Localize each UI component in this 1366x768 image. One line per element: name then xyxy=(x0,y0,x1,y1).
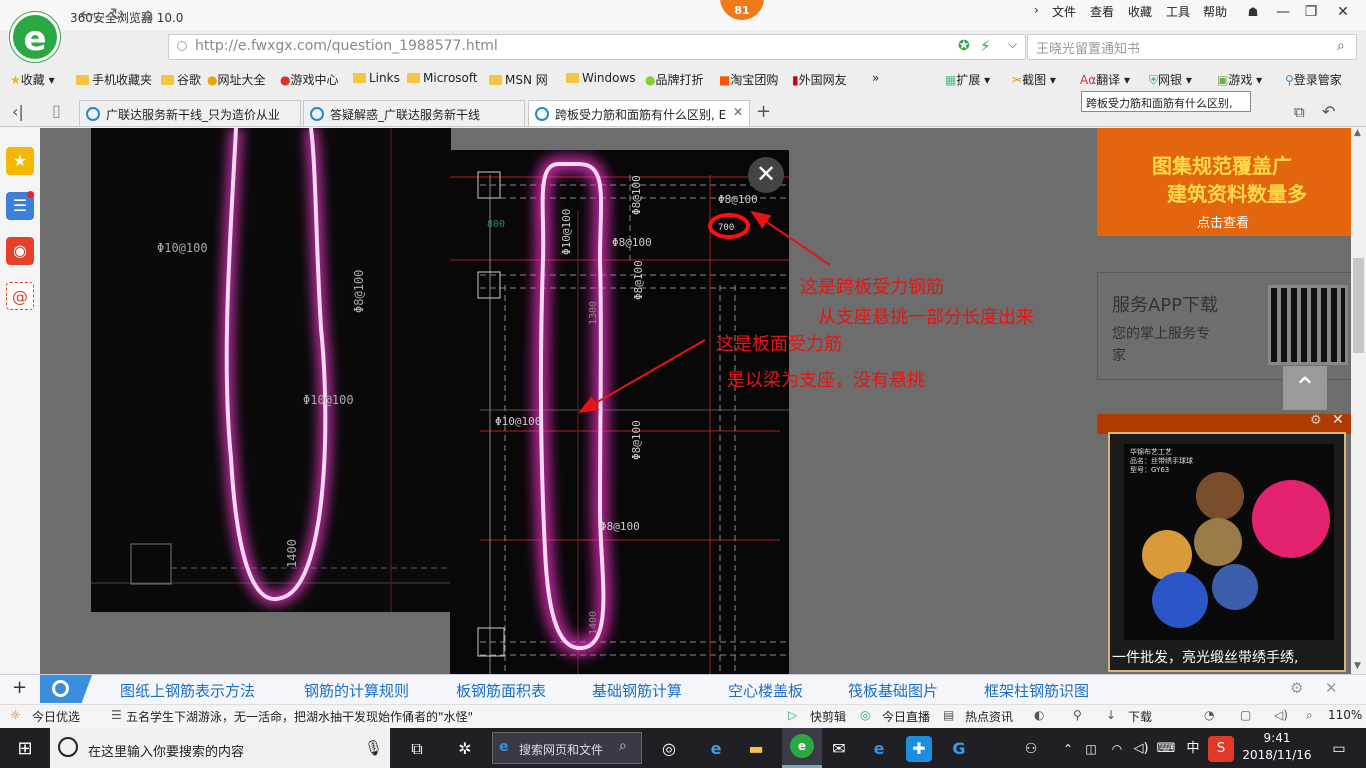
video-edit-icon: ▷ xyxy=(788,708,798,722)
speaker-icon[interactable]: ◁) xyxy=(1128,736,1154,762)
scrollbar-thumb[interactable] xyxy=(1353,258,1364,353)
annotation-top-rebar: 这是板面受力筋 xyxy=(716,334,842,355)
annotation-cross-slab: 这是跨板受力钢筋 xyxy=(800,277,944,298)
ie-taskbar-icon[interactable]: e xyxy=(703,736,729,762)
window-icon[interactable]: ▢ xyxy=(1240,708,1251,722)
news-ticker[interactable]: 五名学生下湖游泳，无一活命，把湖水抽干发现始作俑者的"水怪" xyxy=(126,708,646,725)
browser-alt-icon[interactable]: ◎ xyxy=(656,736,682,762)
taskbar-360-browser[interactable]: e xyxy=(782,728,822,768)
app-download-box[interactable]: 服务APP下载 您的掌上服务专 家 xyxy=(1097,272,1352,380)
zoom-icon[interactable]: ⌕ xyxy=(1306,708,1313,723)
windows-start-icon[interactable]: ⊞ xyxy=(12,736,38,762)
task-view-icon[interactable]: ⧉ xyxy=(404,736,430,762)
search-ring-icon xyxy=(52,680,69,697)
arrow-to-ellipse xyxy=(750,210,831,266)
edge-icon[interactable]: e xyxy=(866,736,892,762)
flower-tan xyxy=(1194,518,1242,566)
related-link[interactable]: 图纸上钢筋表示方法 xyxy=(120,680,255,701)
related-link[interactable]: 筏板基础图片 xyxy=(848,680,938,701)
ad-banner[interactable]: 图集规范覆盖广 建筑资料数量多 点击查看 xyxy=(1097,128,1352,236)
related-link[interactable]: 钢筋的计算规则 xyxy=(304,680,409,701)
annotation-beam-support: 是以梁为支座，没有悬挑 xyxy=(727,370,925,391)
video-product-label: 华锦布艺工艺 品名：丝带绣手球球 型号：GY63 xyxy=(1130,448,1193,474)
taskbar-web-search[interactable]: e 搜索网页和文件 ⌕ xyxy=(492,732,642,764)
scroll-up-icon[interactable]: ▲ xyxy=(1354,128,1361,138)
ime-indicator[interactable]: 中 xyxy=(1180,736,1206,762)
annotation-cantilever: 从支座悬挑一部分长度出来 xyxy=(818,307,1034,328)
e-search-icon: e xyxy=(499,739,509,755)
pinwheel-icon[interactable]: ✲ xyxy=(452,736,478,762)
close-bar-icon[interactable]: ✕ xyxy=(1325,679,1338,697)
app-download-sub: 您的掌上服务专 xyxy=(1112,326,1210,342)
action-center-icon[interactable]: ▭ xyxy=(1326,736,1352,762)
scroll-down-icon[interactable]: ▼ xyxy=(1354,661,1361,671)
volume-icon[interactable]: ◁) xyxy=(1274,708,1288,722)
app-download-title: 服务APP下载 xyxy=(1112,295,1219,316)
ad-banner-line1: 图集规范覆盖广 xyxy=(1152,154,1292,178)
ad-banner-line2: 建筑资料数量多 xyxy=(1167,182,1307,206)
360-browser-icon: e xyxy=(790,734,814,758)
cleanup-icon[interactable]: ◔ xyxy=(1204,708,1214,722)
keyboard-icon[interactable]: ⌨ xyxy=(1153,736,1179,762)
related-link[interactable]: 框架柱钢筋识图 xyxy=(984,680,1089,701)
flower-brown xyxy=(1196,472,1244,520)
close-video-icon[interactable]: ✕ xyxy=(1332,412,1344,428)
scrollbar[interactable]: ▲ ▼ xyxy=(1351,128,1366,674)
today-icon: ☼ xyxy=(10,708,21,722)
wifi-icon[interactable]: ◠ xyxy=(1104,736,1130,762)
status-download[interactable]: 下载 xyxy=(1128,708,1152,725)
today-picks[interactable]: 今日优选 xyxy=(32,708,80,725)
mail-icon[interactable]: ✉ xyxy=(826,736,852,762)
clock-date: 2018/11/16 xyxy=(1242,748,1312,762)
app-download-sub2: 家 xyxy=(1112,348,1126,364)
news-icon: ☰ xyxy=(111,708,122,722)
qr-code-icon xyxy=(1268,285,1348,365)
video-frame: 华锦布艺工艺 品名：丝带绣手球球 型号：GY63 xyxy=(1124,444,1334,640)
people-icon[interactable]: ⚇ xyxy=(1018,736,1044,762)
web-search-text: 搜索网页和文件 xyxy=(519,743,604,757)
speedup-icon[interactable]: ◐ xyxy=(1034,708,1044,722)
arrow-to-loop xyxy=(578,339,706,413)
settings-icon[interactable]: ⚙ xyxy=(1290,679,1303,697)
microphone-icon[interactable]: 🎙 xyxy=(364,739,383,757)
add-icon[interactable]: + xyxy=(12,677,27,698)
status-quick-edit[interactable]: 快剪辑 xyxy=(810,708,846,725)
taskbar-clock[interactable]: 9:41 2018/11/16 xyxy=(1240,730,1314,764)
pin-app-icon[interactable]: ✚ xyxy=(906,736,932,762)
cortana-icon xyxy=(58,737,78,757)
back-to-top-button[interactable]: ⌃ xyxy=(1283,366,1327,410)
download-icon: ↓ xyxy=(1106,708,1117,722)
flower-blue xyxy=(1152,572,1208,628)
pin-icon[interactable]: ⚲ xyxy=(1073,708,1082,722)
magnifier-icon: ⌕ xyxy=(619,738,627,754)
hot-news-icon: ▤ xyxy=(943,708,955,722)
g-app-icon[interactable]: G xyxy=(946,736,972,762)
status-live[interactable]: 今日直播 xyxy=(882,708,930,725)
video-ad-title: 一件批发，亮光缎丝带绣手绣, xyxy=(1112,650,1299,666)
network-icon[interactable]: ◫ xyxy=(1078,736,1104,762)
flower-pink xyxy=(1252,480,1330,558)
clock-time: 9:41 xyxy=(1263,731,1291,745)
related-link[interactable]: 板钢筋面积表 xyxy=(456,680,546,701)
gear-icon[interactable]: ⚙ xyxy=(1310,413,1322,428)
sogou-icon[interactable]: S xyxy=(1208,736,1234,762)
live-icon: ◎ xyxy=(860,708,871,722)
status-hot-news[interactable]: 热点资讯 xyxy=(965,708,1013,725)
video-ad-player[interactable]: 华锦布艺工艺 品名：丝带绣手球球 型号：GY63 xyxy=(1108,432,1346,672)
related-link[interactable]: 空心楼盖板 xyxy=(728,680,803,701)
explorer-icon[interactable]: ▬ xyxy=(743,736,769,762)
taskbar-search-text: 在这里输入你要搜索的内容 xyxy=(88,745,245,760)
flower-navy xyxy=(1212,564,1258,610)
related-link[interactable]: 基础钢筋计算 xyxy=(592,680,682,701)
ad-banner-cta[interactable]: 点击查看 xyxy=(1197,212,1249,231)
zoom-level[interactable]: 110% xyxy=(1328,708,1362,722)
